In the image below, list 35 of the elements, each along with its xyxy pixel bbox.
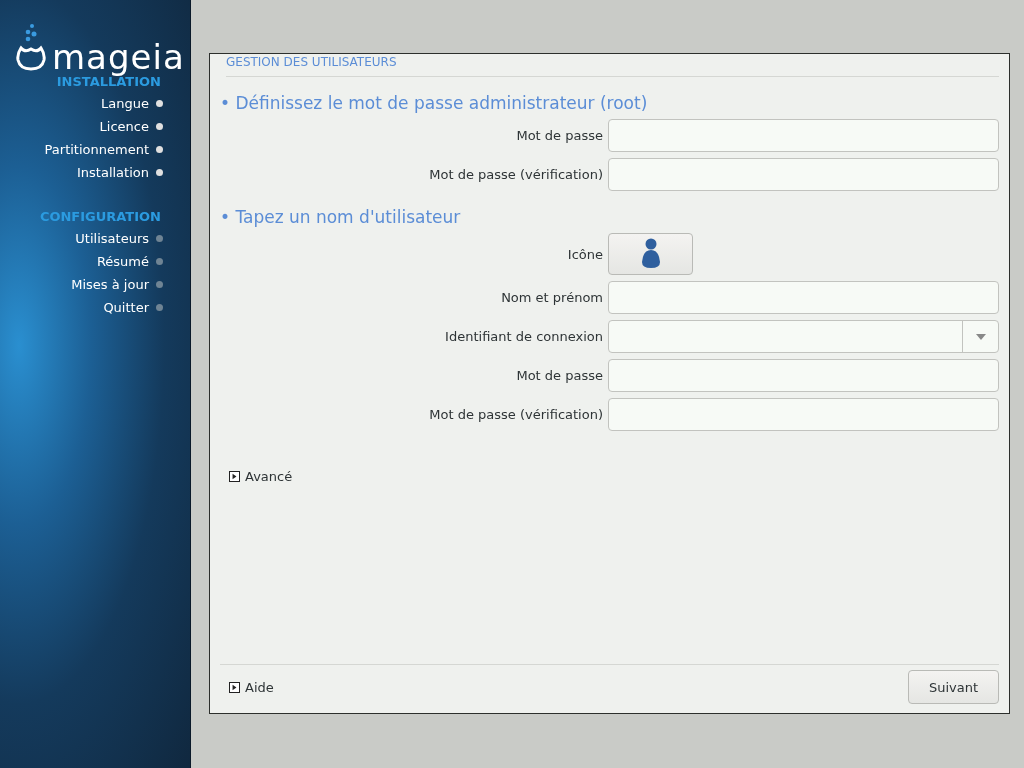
expander-label: Avancé [245,469,293,484]
step-label: Mises à jour [71,277,149,292]
input-field[interactable] [608,398,999,431]
step-label: Résumé [96,254,149,269]
input-field[interactable] [608,281,999,314]
expander-toggle[interactable]: Aide [229,679,274,695]
field-label: Mot de passe [515,368,603,383]
avatar-button[interactable] [608,233,693,275]
step-label: Partitionnement [44,142,149,157]
step-label: Quitter [103,300,149,315]
page-title: GESTION DES UTILISATEURS [225,54,398,68]
next-button[interactable]: Suivant [908,670,999,704]
login-combo-field[interactable] [608,320,999,353]
field-label: Mot de passe [515,128,603,143]
logo-text: mageia [52,40,185,74]
field-label: Identifiant de connexion [444,329,603,344]
section-heading: • Définissez le mot de passe administrateur (root) [220,93,649,113]
input-field[interactable] [608,158,999,191]
expander-label: Aide [245,679,274,695]
step-group-heading: CONFIGURATION [39,208,161,226]
field-label: Nom et prénom [500,290,603,305]
step-label: Licence [99,119,149,134]
expander-toggle[interactable]: Avancé [229,469,999,484]
person-icon [639,238,662,270]
field-label: Mot de passe (vérification) [428,167,603,182]
step-label: Installation [77,165,149,180]
step-label: Utilisateurs [75,231,149,246]
field-label: Icône [566,246,603,262]
field-label: Mot de passe (vérification) [428,407,603,422]
dropdown-caret-icon [975,333,986,340]
step-label: Langue [101,96,149,111]
input-field[interactable] [608,119,999,152]
input-field[interactable] [608,359,999,392]
cauldron-logo-icon [16,22,46,72]
section-heading: • Tapez un nom d'utilisateur [220,207,462,227]
